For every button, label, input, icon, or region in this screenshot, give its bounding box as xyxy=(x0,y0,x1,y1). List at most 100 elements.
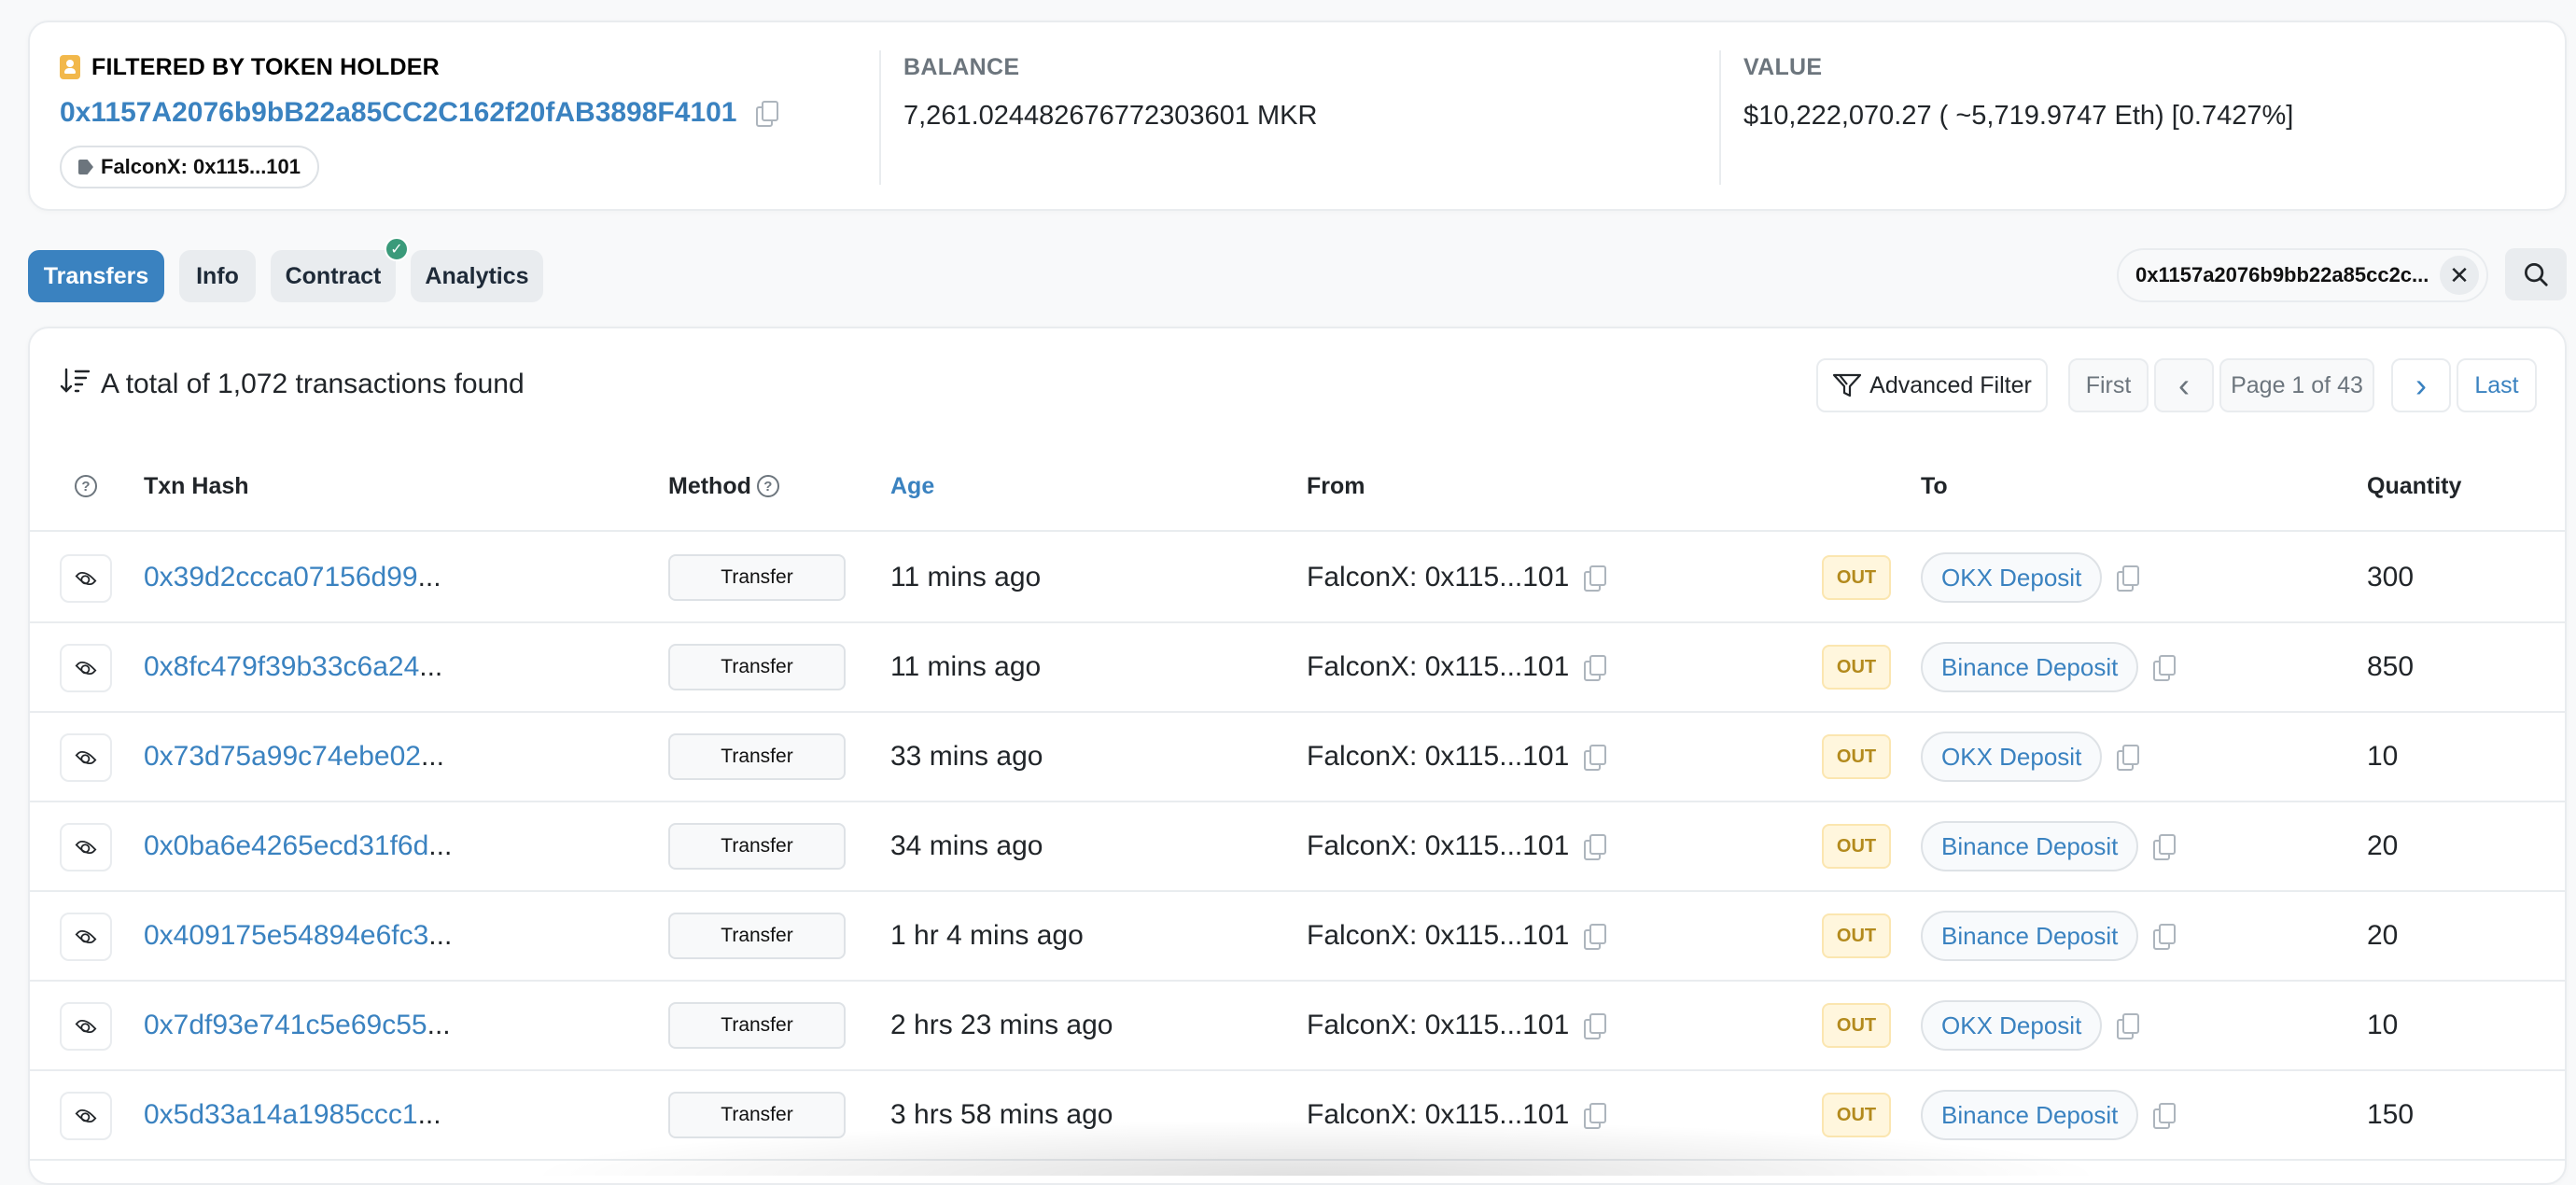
row-help[interactable]: ? xyxy=(75,440,97,532)
copy-icon[interactable] xyxy=(755,101,778,127)
method-badge: Transfer xyxy=(668,644,846,690)
search-button[interactable] xyxy=(2505,248,2567,300)
to-address-link[interactable]: Binance Deposit xyxy=(1921,911,2139,961)
to-address-link[interactable]: Binance Deposit xyxy=(1921,821,2139,871)
ellipsis: ... xyxy=(428,920,453,951)
view-details-button[interactable] xyxy=(60,554,112,603)
direction-badge: OUT xyxy=(1822,555,1891,600)
from-address-link[interactable]: FalconX: 0x115...101 xyxy=(1307,1010,1569,1041)
tab-analytics[interactable]: Analytics xyxy=(411,250,543,302)
ellipsis: ... xyxy=(417,1099,441,1130)
table-row: 0x39d2ccca07156d99... Transfer 11 mins a… xyxy=(30,534,2565,623)
tab-contract[interactable]: Contract xyxy=(271,250,396,302)
filter-icon xyxy=(1833,373,1862,397)
copy-icon[interactable] xyxy=(1584,1103,1607,1129)
tag-icon xyxy=(78,160,93,174)
filter-value: 0x1157a2076b9bb22a85cc2c... xyxy=(2135,263,2429,286)
direction-badge: OUT xyxy=(1822,1003,1891,1048)
method-cell: Transfer xyxy=(668,1071,846,1159)
help-icon[interactable]: ? xyxy=(75,475,97,497)
to-address-link[interactable]: OKX Deposit xyxy=(1921,1000,2103,1051)
from-address-link[interactable]: FalconX: 0x115...101 xyxy=(1307,920,1569,952)
from-address-link[interactable]: FalconX: 0x115...101 xyxy=(1307,1099,1569,1131)
chevron-right-icon: › xyxy=(2415,366,2427,404)
to-address-link[interactable]: Binance Deposit xyxy=(1921,642,2139,692)
from-address-link[interactable]: FalconX: 0x115...101 xyxy=(1307,651,1569,683)
copy-icon[interactable] xyxy=(1584,1013,1607,1039)
from-cell: FalconX: 0x115...101 xyxy=(1307,713,1607,801)
txn-hash-cell: 0x0ba6e4265ecd31f6d... xyxy=(144,802,452,890)
copy-icon[interactable] xyxy=(1584,565,1607,592)
chevron-left-icon: ‹ xyxy=(2178,366,2190,404)
view-details-button[interactable] xyxy=(60,733,112,782)
copy-icon[interactable] xyxy=(1584,655,1607,681)
column-age[interactable]: Age xyxy=(890,440,934,532)
previous-page-button[interactable]: ‹ xyxy=(2154,358,2214,412)
copy-icon[interactable] xyxy=(2117,745,2140,771)
direction-badge: OUT xyxy=(1822,1093,1891,1137)
first-page-button[interactable]: First xyxy=(2068,358,2149,412)
clear-filter-button[interactable]: ✕ xyxy=(2440,256,2479,295)
txn-hash-link[interactable]: 0x73d75a99c74ebe02 xyxy=(144,741,421,773)
view-details-button[interactable] xyxy=(60,644,112,692)
direction-badge: OUT xyxy=(1822,913,1891,958)
quantity-cell: 20 xyxy=(2367,920,2399,951)
next-page-button[interactable]: › xyxy=(2391,358,2451,412)
to-address-link[interactable]: Binance Deposit xyxy=(1921,1090,2139,1140)
txn-hash-cell: 0x73d75a99c74ebe02... xyxy=(144,713,444,801)
name-tag[interactable]: FalconX: 0x115...101 xyxy=(60,146,320,188)
advanced-filter-button[interactable]: Advanced Filter xyxy=(1816,358,2048,412)
copy-icon[interactable] xyxy=(1584,834,1607,860)
sort-icon[interactable] xyxy=(60,366,91,403)
txn-hash-link[interactable]: 0x409175e54894e6fc3 xyxy=(144,920,428,952)
txn-hash-link[interactable]: 0x0ba6e4265ecd31f6d xyxy=(144,830,428,862)
from-address-link[interactable]: FalconX: 0x115...101 xyxy=(1307,830,1569,862)
view-details-button[interactable] xyxy=(60,823,112,871)
ellipsis: ... xyxy=(419,651,443,682)
column-method: Method ? xyxy=(668,440,779,532)
tab-transfers[interactable]: Transfers xyxy=(28,250,164,302)
copy-icon[interactable] xyxy=(2153,834,2177,860)
column-method-label: Method xyxy=(668,473,751,499)
txn-hash-cell: 0x39d2ccca07156d99... xyxy=(144,534,441,621)
value-title: VALUE xyxy=(1743,54,1823,80)
holder-section: FILTERED BY TOKEN HOLDER 0x1157A2076b9bB… xyxy=(60,50,890,188)
eye-icon xyxy=(75,657,97,679)
address-filter-input[interactable]: 0x1157a2076b9bb22a85cc2c... ✕ xyxy=(2117,248,2488,302)
txn-hash-link[interactable]: 0x8fc479f39b33c6a24 xyxy=(144,651,419,683)
txn-hash-link[interactable]: 0x5d33a14a1985ccc1 xyxy=(144,1099,418,1131)
holder-address-link[interactable]: 0x1157A2076b9bB22a85CC2C162f20fAB3898F41… xyxy=(60,97,737,129)
column-quantity: Quantity xyxy=(2367,473,2462,499)
copy-icon[interactable] xyxy=(2153,924,2177,950)
txn-hash-link[interactable]: 0x39d2ccca07156d99 xyxy=(144,562,418,593)
copy-icon[interactable] xyxy=(2117,1013,2140,1039)
column-to: To xyxy=(1921,473,1948,499)
ellipsis: ... xyxy=(417,562,441,592)
view-details-button[interactable] xyxy=(60,1002,112,1051)
tab-info[interactable]: Info xyxy=(179,250,256,302)
balance-title: BALANCE xyxy=(903,54,1020,80)
copy-icon[interactable] xyxy=(1584,924,1607,950)
value-value: $10,222,070.27 ( ~5,719.9747 Eth) [0.742… xyxy=(1743,101,2294,131)
view-details-button[interactable] xyxy=(60,913,112,961)
to-address-link[interactable]: OKX Deposit xyxy=(1921,732,2103,782)
ellipsis: ... xyxy=(420,741,444,772)
quantity-cell: 850 xyxy=(2367,651,2415,682)
help-icon[interactable]: ? xyxy=(756,475,779,497)
search-icon xyxy=(2525,263,2548,286)
copy-icon[interactable] xyxy=(1584,745,1607,771)
view-details-button[interactable] xyxy=(60,1092,112,1140)
last-page-button[interactable]: Last xyxy=(2457,358,2537,412)
copy-icon[interactable] xyxy=(2117,565,2140,592)
from-address-link[interactable]: FalconX: 0x115...101 xyxy=(1307,741,1569,773)
table-header: ? Txn Hash Method ? Age From To Quantity xyxy=(30,440,2565,532)
method-cell: Transfer xyxy=(668,534,846,621)
direction-cell: OUT xyxy=(1822,623,1891,711)
to-address-link[interactable]: OKX Deposit xyxy=(1921,552,2103,603)
from-address-link[interactable]: FalconX: 0x115...101 xyxy=(1307,562,1569,593)
age-cell: 11 mins ago xyxy=(890,651,1042,682)
advanced-filter-label: Advanced Filter xyxy=(1869,371,2032,398)
copy-icon[interactable] xyxy=(2153,1103,2177,1129)
copy-icon[interactable] xyxy=(2153,655,2177,681)
txn-hash-link[interactable]: 0x7df93e741c5e69c55 xyxy=(144,1010,427,1041)
